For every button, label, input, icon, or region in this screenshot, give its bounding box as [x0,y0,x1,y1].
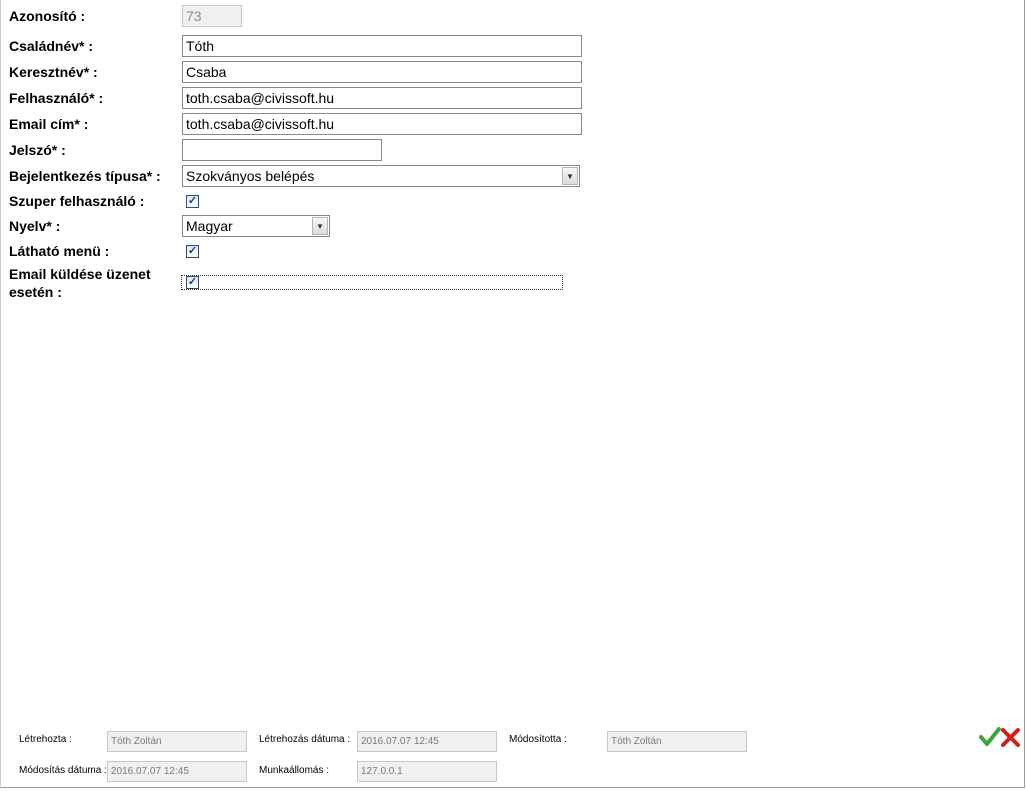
email-on-message-label: Email küldése üzenet esetén : [9,265,151,301]
chevron-down-icon[interactable]: ▼ [562,167,578,185]
modified-by-field: Tóth Zoltán [607,731,747,752]
action-buttons [979,726,1023,748]
email-label: Email cím* : [9,116,89,132]
visible-menu-checkbox[interactable]: ✓ [186,245,199,258]
first-name-label: Keresztnév* : [9,64,98,80]
login-type-value: Szokványos belépés [186,168,315,184]
language-select[interactable]: Magyar ▼ [182,215,330,237]
modified-date-field: 2016.07.07 12:45 [107,761,247,782]
username-label: Felhasználó* : [9,90,104,106]
language-value: Magyar [186,218,233,234]
workstation-field: 127.0.0.1 [357,761,497,782]
email-on-message-label-line2: esetén : [9,284,62,300]
language-label: Nyelv* : [9,218,61,234]
created-by-label: Létrehozta : [19,734,72,745]
last-name-field[interactable]: Tóth [182,35,582,57]
chevron-down-icon[interactable]: ▼ [312,217,328,235]
email-field[interactable]: toth.csaba@civissoft.hu [182,113,582,135]
workstation-label: Munkaállomás : [259,765,330,776]
first-name-field[interactable]: Csaba [182,61,582,83]
login-type-select[interactable]: Szokványos belépés ▼ [182,165,580,187]
password-label: Jelszó* : [9,142,66,158]
modified-by-label: Módosította : [509,734,567,745]
id-label: Azonosító : [9,8,86,24]
super-user-label: Szuper felhasználó : [9,193,145,209]
created-by-field: Tóth Zoltán [107,731,247,752]
username-field[interactable]: toth.csaba@civissoft.hu [182,87,582,109]
created-date-field: 2016.07.07 12:45 [357,731,497,752]
checkmark-icon: ✓ [187,195,198,207]
super-user-checkbox[interactable]: ✓ [186,195,199,208]
form-panel: Azonosító : 73 Családnév* : Tóth Kereszt… [0,0,1025,788]
password-field[interactable] [182,139,382,161]
login-type-label: Bejelentkezés típusa* : [9,168,161,184]
email-on-message-label-line1: Email küldése üzenet [9,266,151,282]
email-on-message-checkbox[interactable]: ✓ [186,276,199,289]
last-name-label: Családnév* : [9,38,94,54]
modified-date-label: Módosítás dátuma : [19,765,107,776]
cross-icon[interactable] [1001,728,1020,747]
focus-outline [181,275,563,290]
created-date-label: Létrehozás dátuma : [259,734,351,745]
checkmark-icon: ✓ [187,276,198,288]
checkmark-icon[interactable] [979,727,1001,746]
visible-menu-label: Látható menü : [9,243,110,259]
id-field: 73 [182,5,242,27]
checkmark-icon: ✓ [187,245,198,257]
action-icons-svg [979,727,1020,747]
